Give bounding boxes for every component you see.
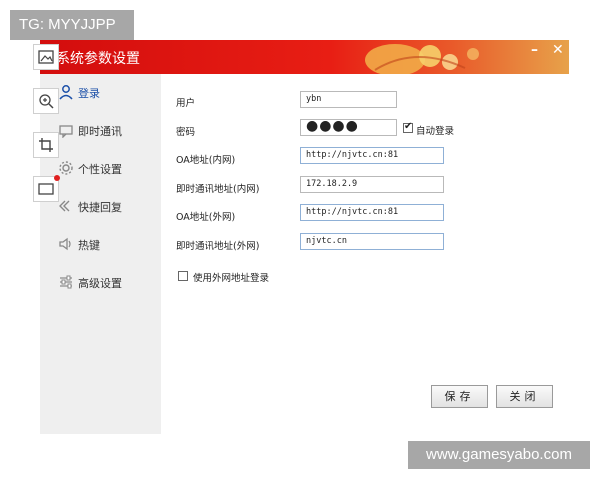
sidebar-item-label: 高级设置 [78, 277, 122, 290]
minimize-button[interactable]: – [531, 42, 538, 58]
oa-external-label: OA地址(外网) [176, 212, 236, 223]
use-external-label: 使用外网地址登录 [193, 273, 270, 284]
im-external-label: 即时通讯地址(外网) [176, 241, 260, 252]
password-label: 密码 [176, 127, 196, 138]
sidebar-item-label: 即时通讯 [78, 125, 122, 138]
sidebar-item-advanced[interactable]: 高级设置 [40, 270, 161, 294]
crop-button[interactable] [33, 132, 59, 158]
user-label: 用户 [176, 98, 196, 109]
notification-dot [54, 175, 60, 181]
user-input[interactable]: ybn [300, 91, 397, 108]
sidebar-item-label: 个性设置 [78, 163, 122, 176]
sidebar-item-label: 热键 [78, 239, 100, 252]
close-window-button[interactable]: ✕ [552, 42, 564, 58]
screen-icon [38, 183, 54, 195]
zoom-button[interactable] [33, 88, 59, 114]
watermark-bottom-right: www.gamesyabo.com [408, 441, 590, 469]
watermark-top-left: TG: MYYJJPP [10, 10, 134, 40]
window-title: 系统参数设置 [56, 51, 140, 67]
im-external-input[interactable]: njvtc.cn [300, 233, 444, 250]
oa-internal-input[interactable]: http://njvtc.cn:81 [300, 147, 444, 164]
screen-button[interactable] [33, 175, 60, 202]
oa-external-input[interactable]: http://njvtc.cn:81 [300, 204, 444, 221]
image-icon [38, 50, 54, 64]
sidebar-item-label: 登录 [78, 87, 100, 100]
image-tool-button[interactable] [33, 44, 59, 70]
use-external-checkbox[interactable] [178, 271, 188, 281]
im-internal-input[interactable]: 172.18.2.9 [300, 176, 444, 193]
auto-login-label: 自动登录 [416, 126, 455, 137]
crop-icon [39, 138, 53, 152]
auto-login-checkbox[interactable]: ✔ [403, 121, 413, 133]
password-input[interactable]: ●●●● [300, 119, 397, 136]
oa-internal-label: OA地址(内网) [176, 155, 236, 166]
title-decoration-image [365, 44, 479, 74]
sidebar-item-label: 快捷回复 [78, 201, 122, 214]
im-internal-label: 即时通讯地址(内网) [176, 184, 260, 195]
zoom-in-icon [39, 94, 54, 109]
save-button[interactable]: 保存 [431, 385, 488, 408]
close-button[interactable]: 关闭 [496, 385, 553, 408]
sliders-icon [60, 275, 72, 289]
overlay-toolbar [33, 44, 61, 220]
speaker-icon [59, 237, 71, 251]
sidebar-item-hotkeys[interactable]: 热键 [40, 232, 161, 256]
checkmark-icon: ✔ [404, 121, 413, 132]
